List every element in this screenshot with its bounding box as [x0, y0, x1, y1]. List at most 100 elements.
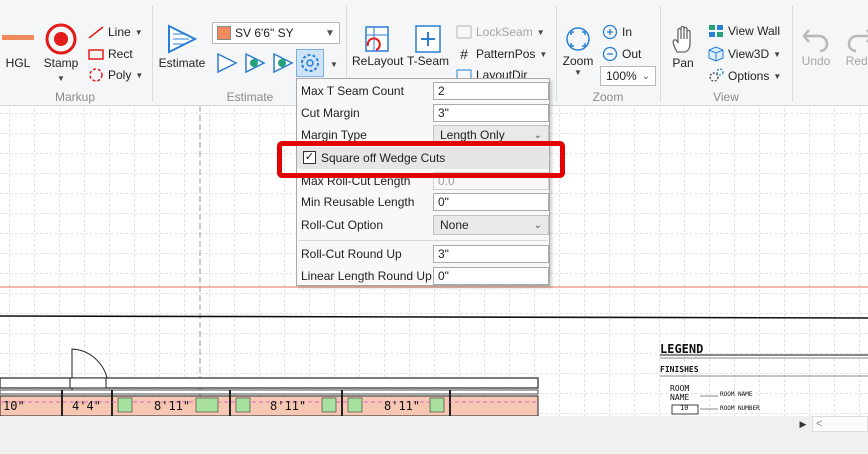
chevron-down-icon: ⌄	[641, 70, 651, 82]
rect-label: Rect	[108, 47, 133, 61]
line-button[interactable]: Line ▼	[88, 25, 143, 39]
zoom-icon	[566, 27, 590, 51]
redo-label: Redo	[845, 54, 868, 68]
room-dimension: 4'4"	[72, 399, 101, 413]
poly-dropdown-icon[interactable]: ▼	[135, 71, 143, 80]
scroll-right-icon[interactable]: ▶	[796, 416, 810, 432]
cut-margin-label: Cut Margin	[301, 106, 360, 120]
legend-title: LEGEND	[660, 342, 704, 356]
min-reusable-label: Min Reusable Length	[301, 195, 415, 209]
room-dimension: 8'11"	[270, 399, 307, 413]
hgl-icon	[2, 35, 34, 40]
poly-button[interactable]: Poly ▼	[88, 68, 143, 82]
stamp-button[interactable]: Stamp ▼	[42, 22, 80, 84]
estimate-icon	[168, 24, 198, 54]
tseam-button[interactable]: T-Seam	[406, 24, 450, 68]
chevron-down-icon: ⌄	[533, 129, 542, 141]
zoom-dropdown-icon[interactable]: ▼	[560, 68, 596, 77]
roll-cut-option-select[interactable]: None ⌄	[433, 215, 549, 235]
estimate-group-label: Estimate	[226, 90, 274, 104]
max-t-seam-input[interactable]: 2	[433, 82, 549, 100]
relayout-button[interactable]: ReLayout	[352, 24, 403, 68]
rect-button[interactable]: Rect	[88, 47, 133, 61]
product-value: SV 6'6" SY	[235, 26, 294, 40]
patternpos-label: PatternPos	[476, 47, 536, 61]
room-number: 10	[680, 404, 689, 412]
undo-label: Undo	[801, 54, 831, 68]
zoom-in-label: In	[622, 25, 633, 39]
stamp-icon	[45, 23, 77, 55]
roll-cut-option-label: Roll-Cut Option	[301, 218, 384, 232]
room-dimension: 8'11"	[154, 399, 191, 413]
stamp-label: Stamp	[43, 56, 79, 70]
linear-length-round-up-input[interactable]: 0"	[433, 267, 549, 285]
finishes-label: FINISHES	[660, 365, 699, 374]
horizontal-scrollbar[interactable]: <	[812, 416, 868, 432]
lockseam-dropdown-icon[interactable]: ▼	[537, 28, 545, 37]
line-dropdown-icon[interactable]: ▼	[135, 28, 143, 37]
min-reusable-input[interactable]: 0"	[433, 193, 549, 211]
tseam-icon	[415, 25, 441, 53]
zoom-group-label: Zoom	[592, 90, 624, 104]
gears-icon	[709, 68, 724, 82]
pan-button[interactable]: Pan	[664, 24, 702, 70]
options-button[interactable]: Options ▼	[708, 68, 781, 84]
separator	[556, 6, 557, 102]
redo-button[interactable]: Redo	[840, 24, 868, 68]
options-label: Options	[728, 69, 770, 83]
hgl-button[interactable]: HGL	[2, 22, 34, 70]
hash-icon: #	[460, 46, 468, 62]
undo-button[interactable]: Undo	[796, 24, 836, 68]
zoom-out-label: Out	[622, 47, 642, 61]
stamp-dropdown-icon[interactable]: ▼	[57, 74, 65, 83]
zoom-level-value: 100%	[606, 69, 637, 83]
zoom-out-icon	[602, 46, 618, 62]
linear-length-round-up-row: Linear Length Round Up 0"	[297, 265, 549, 287]
view3d-label: View3D	[728, 47, 770, 61]
play-next-icon[interactable]	[242, 52, 266, 74]
redo-icon	[847, 29, 868, 53]
zoom-in-icon	[602, 24, 618, 40]
roll-cut-option-value: None	[440, 218, 469, 232]
wall-icon	[709, 25, 723, 37]
bottom-bar: ▶ <	[0, 416, 868, 454]
zoom-label: Zoom	[562, 54, 594, 68]
name-label: NAME	[670, 393, 690, 402]
cut-margin-input[interactable]: 3"	[433, 104, 549, 122]
room-number-caption: ROOM NUMBER	[720, 405, 760, 412]
view3d-dropdown-icon[interactable]: ▼	[773, 50, 781, 59]
settings-dropdown-icon[interactable]: ▼	[330, 60, 338, 69]
zoom-button[interactable]: Zoom ▼	[560, 24, 596, 77]
patternpos-dropdown-icon[interactable]: ▼	[539, 50, 547, 59]
zoom-out-button[interactable]: Out	[602, 46, 641, 62]
lockseam-button[interactable]: LockSeam ▼	[456, 25, 545, 39]
rect-icon	[88, 49, 104, 60]
product-swatch	[217, 26, 231, 40]
margin-type-label: Margin Type	[301, 128, 367, 142]
tseam-label: T-Seam	[406, 54, 449, 68]
zoom-level-select[interactable]: 100% ⌄	[600, 66, 656, 86]
view-wall-button[interactable]: View Wall	[708, 24, 780, 38]
hand-icon	[672, 25, 691, 53]
highlight-box	[277, 141, 565, 178]
roll-cut-round-up-label: Roll-Cut Round Up	[301, 247, 402, 261]
roll-cut-round-up-input[interactable]: 3"	[433, 245, 549, 263]
play-icon[interactable]	[214, 52, 238, 74]
zoom-in-button[interactable]: In	[602, 24, 632, 40]
separator	[152, 6, 153, 102]
patternpos-button[interactable]: # PatternPos ▼	[456, 46, 547, 62]
play-all-icon[interactable]	[270, 52, 294, 74]
max-t-seam-label: Max T Seam Count	[301, 84, 404, 98]
room-name-caption: ROOM NAME	[720, 391, 753, 398]
settings-button[interactable]	[296, 49, 324, 77]
product-select[interactable]: SV 6'6" SY ▼	[212, 22, 340, 44]
options-dropdown-icon[interactable]: ▼	[773, 72, 781, 81]
min-reusable-row: Min Reusable Length 0"	[297, 191, 549, 213]
line-icon	[88, 26, 104, 39]
margin-type-value: Length Only	[440, 128, 505, 142]
poly-label: Poly	[108, 68, 132, 82]
view3d-button[interactable]: View3D ▼	[708, 46, 781, 62]
markup-group-label: Markup	[54, 90, 95, 104]
relayout-icon	[365, 26, 389, 52]
estimate-button[interactable]: Estimate	[157, 22, 207, 70]
